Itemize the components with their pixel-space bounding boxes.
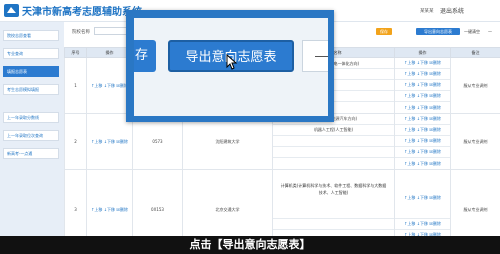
clear-all-button[interactable]: 一键清空 xyxy=(464,28,480,35)
tutorial-caption: 点击【导出意向志愿表】 xyxy=(0,236,500,254)
zoomed-save-button[interactable]: 存 xyxy=(134,40,156,72)
major-name: 计算机类(计算机科学与技术、软件工程、数据科学与大数据技术、人工智能) xyxy=(273,179,394,219)
column-header: 备注 xyxy=(450,47,500,58)
major-name xyxy=(273,136,394,147)
filter-label: 院校名称 xyxy=(72,30,90,35)
cursor-icon xyxy=(226,54,238,70)
major-ops[interactable]: ↑上移 ↓下移 ☒删除 xyxy=(395,80,450,91)
app-title: 天津市新高考志愿辅助系统 xyxy=(22,7,142,18)
major-name: 机器人工程(人工智能) xyxy=(273,125,394,136)
row-index: 1 xyxy=(64,57,87,114)
row-index: 2 xyxy=(64,113,87,170)
major-ops[interactable]: ↑上移 ↓下移 ☒删除 xyxy=(395,125,450,136)
row-ops[interactable]: ↑上移 ↓下移 ☒删除 xyxy=(91,83,128,88)
major-ops[interactable]: ↑上移 ↓下移 ☒删除 xyxy=(395,58,450,69)
column-header: 操作 xyxy=(394,47,451,58)
screen: { "header": { "app_title": "天津市新高考志愿辅助系统… xyxy=(0,0,500,254)
sidebar: 院校志愿查看 专业查询 填报志愿表 考生志愿模拟填报 上一年录取分数线 上一年录… xyxy=(0,22,64,254)
sidebar-item-simulate[interactable]: 考生志愿模拟填报 xyxy=(3,84,59,95)
logo-icon xyxy=(4,4,19,17)
major-ops[interactable]: ↑上移 ↓下移 ☒删除 xyxy=(395,147,450,158)
major-name xyxy=(273,219,394,230)
row-note: 服从专业调剂 xyxy=(450,113,500,170)
school-filter-input[interactable] xyxy=(94,27,128,35)
major-ops[interactable]: ↑上移 ↓下移 ☒删除 xyxy=(395,102,450,113)
sidebar-item-fill-form[interactable]: 填报志愿表 xyxy=(3,66,59,77)
major-ops[interactable]: ↑上移 ↓下移 ☒删除 xyxy=(395,179,450,219)
zoom-inner: 存 导出意向志愿表 xyxy=(134,18,328,116)
zoomed-collapse-button[interactable] xyxy=(302,40,328,72)
zoom-callout: 存 导出意向志愿表 xyxy=(126,10,334,122)
sidebar-item-school-view[interactable]: 院校志愿查看 xyxy=(3,30,59,41)
major-ops[interactable]: ↑上移 ↓下移 ☒删除 xyxy=(395,158,450,169)
export-button[interactable]: 导出意向志愿表 xyxy=(416,28,460,35)
logout-link[interactable]: 退出系统 xyxy=(440,6,464,15)
major-ops[interactable]: ↑上移 ↓下移 ☒删除 xyxy=(395,136,450,147)
sidebar-item-last-year-rank[interactable]: 上一年录取位次查询 xyxy=(3,130,59,141)
column-header: 序号 xyxy=(64,47,87,58)
row-note: 服从专业调剂 xyxy=(450,57,500,114)
major-ops[interactable]: ↑上移 ↓下移 ☒删除 xyxy=(395,219,450,230)
user-name: 某某某 xyxy=(420,9,434,14)
row-ops[interactable]: ↑上移 ↓下移 ☒删除 xyxy=(91,139,128,144)
row-ops[interactable]: ↑上移 ↓下移 ☒删除 xyxy=(91,207,128,212)
sidebar-item-major-search[interactable]: 专业查询 xyxy=(3,48,59,59)
major-ops[interactable]: ↑上移 ↓下移 ☒删除 xyxy=(395,91,450,102)
major-name xyxy=(273,158,394,169)
sidebar-item-guide[interactable]: 新高考·一点通 xyxy=(3,148,59,159)
major-ops[interactable]: ↑上移 ↓下移 ☒删除 xyxy=(395,69,450,80)
sidebar-item-last-year-score[interactable]: 上一年录取分数线 xyxy=(3,112,59,123)
save-button[interactable]: 保存 xyxy=(376,28,392,35)
major-ops[interactable]: ↑上移 ↓下移 ☒删除 xyxy=(395,114,450,125)
major-name xyxy=(273,147,394,158)
collapse-button[interactable]: — xyxy=(484,28,496,35)
